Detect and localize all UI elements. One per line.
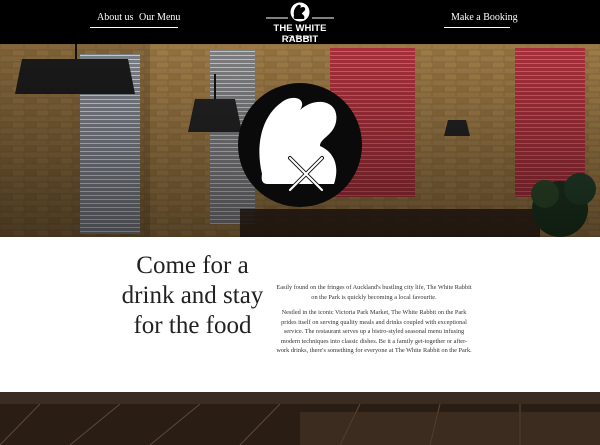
nav-about-us-link[interactable]: About us — [97, 12, 133, 23]
logo[interactable]: THE WHITE RABBIT On the park — [262, 2, 338, 45]
intro-section: Come for a drink and stay for the food E… — [0, 237, 600, 392]
make-booking-link[interactable]: Make a Booking — [451, 12, 518, 23]
intro-paragraph: Easily found on the fringes of Auckland'… — [276, 284, 472, 301]
top-navigation-bar: About us Our Menu THE WHITE RABBIT On th… — [0, 0, 600, 45]
intro-paragraph: Nestled in the iconic Victoria Park Mark… — [276, 309, 472, 354]
secondary-hero-image — [0, 392, 600, 445]
nav-our-menu-link[interactable]: Our Menu — [139, 12, 180, 23]
page-title: Come for a drink and stay for the food — [121, 252, 264, 339]
rabbit-icon — [266, 2, 334, 22]
nav-underline-left — [90, 27, 178, 28]
intro-text: Easily found on the fringes of Auckland'… — [275, 283, 473, 362]
logo-tagline: On the park — [288, 34, 312, 39]
nav-underline-right — [444, 27, 510, 28]
hero-image — [0, 44, 600, 237]
rabbit-fork-knife-icon — [238, 83, 362, 207]
